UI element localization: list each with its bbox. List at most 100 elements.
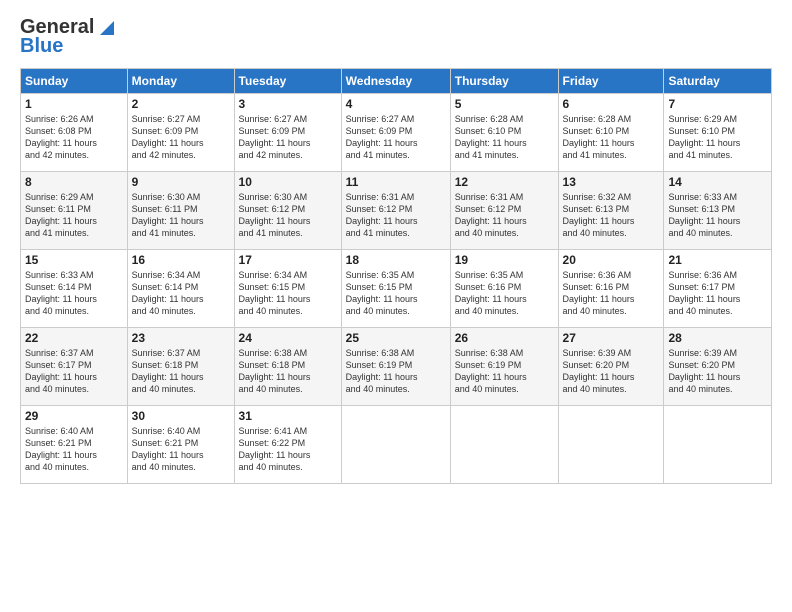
day-number: 27 — [563, 331, 660, 345]
calendar-cell: 16 Sunrise: 6:34 AMSunset: 6:14 PMDaylig… — [127, 250, 234, 328]
calendar-cell: 9 Sunrise: 6:30 AMSunset: 6:11 PMDayligh… — [127, 172, 234, 250]
day-number: 29 — [25, 409, 123, 423]
day-info: Sunrise: 6:32 AMSunset: 6:13 PMDaylight:… — [563, 191, 660, 240]
calendar-cell: 8 Sunrise: 6:29 AMSunset: 6:11 PMDayligh… — [21, 172, 128, 250]
day-info: Sunrise: 6:39 AMSunset: 6:20 PMDaylight:… — [563, 347, 660, 396]
calendar-cell: 18 Sunrise: 6:35 AMSunset: 6:15 PMDaylig… — [341, 250, 450, 328]
day-number: 3 — [239, 97, 337, 111]
day-info: Sunrise: 6:36 AMSunset: 6:17 PMDaylight:… — [668, 269, 767, 318]
calendar-header-tuesday: Tuesday — [234, 69, 341, 94]
calendar-cell: 5 Sunrise: 6:28 AMSunset: 6:10 PMDayligh… — [450, 94, 558, 172]
day-info: Sunrise: 6:33 AMSunset: 6:14 PMDaylight:… — [25, 269, 123, 318]
day-info: Sunrise: 6:27 AMSunset: 6:09 PMDaylight:… — [132, 113, 230, 162]
calendar-cell: 20 Sunrise: 6:36 AMSunset: 6:16 PMDaylig… — [558, 250, 664, 328]
calendar-cell: 21 Sunrise: 6:36 AMSunset: 6:17 PMDaylig… — [664, 250, 772, 328]
day-info: Sunrise: 6:39 AMSunset: 6:20 PMDaylight:… — [668, 347, 767, 396]
day-number: 11 — [346, 175, 446, 189]
day-number: 17 — [239, 253, 337, 267]
calendar-week-4: 22 Sunrise: 6:37 AMSunset: 6:17 PMDaylig… — [21, 328, 772, 406]
calendar-cell: 22 Sunrise: 6:37 AMSunset: 6:17 PMDaylig… — [21, 328, 128, 406]
logo-blue: Blue — [20, 35, 63, 58]
day-info: Sunrise: 6:33 AMSunset: 6:13 PMDaylight:… — [668, 191, 767, 240]
calendar-header-saturday: Saturday — [664, 69, 772, 94]
day-info: Sunrise: 6:40 AMSunset: 6:21 PMDaylight:… — [132, 425, 230, 474]
day-info: Sunrise: 6:31 AMSunset: 6:12 PMDaylight:… — [455, 191, 554, 240]
calendar-cell: 31 Sunrise: 6:41 AMSunset: 6:22 PMDaylig… — [234, 406, 341, 484]
calendar-week-3: 15 Sunrise: 6:33 AMSunset: 6:14 PMDaylig… — [21, 250, 772, 328]
calendar-header-sunday: Sunday — [21, 69, 128, 94]
day-info: Sunrise: 6:29 AMSunset: 6:10 PMDaylight:… — [668, 113, 767, 162]
calendar-header-monday: Monday — [127, 69, 234, 94]
day-info: Sunrise: 6:37 AMSunset: 6:18 PMDaylight:… — [132, 347, 230, 396]
header: General Blue — [20, 16, 772, 58]
calendar-cell: 4 Sunrise: 6:27 AMSunset: 6:09 PMDayligh… — [341, 94, 450, 172]
day-info: Sunrise: 6:29 AMSunset: 6:11 PMDaylight:… — [25, 191, 123, 240]
day-number: 13 — [563, 175, 660, 189]
day-info: Sunrise: 6:35 AMSunset: 6:16 PMDaylight:… — [455, 269, 554, 318]
day-number: 4 — [346, 97, 446, 111]
day-info: Sunrise: 6:30 AMSunset: 6:12 PMDaylight:… — [239, 191, 337, 240]
day-info: Sunrise: 6:34 AMSunset: 6:15 PMDaylight:… — [239, 269, 337, 318]
day-number: 7 — [668, 97, 767, 111]
day-info: Sunrise: 6:35 AMSunset: 6:15 PMDaylight:… — [346, 269, 446, 318]
day-number: 6 — [563, 97, 660, 111]
calendar-table: SundayMondayTuesdayWednesdayThursdayFrid… — [20, 68, 772, 484]
calendar-cell — [558, 406, 664, 484]
calendar-week-1: 1 Sunrise: 6:26 AMSunset: 6:08 PMDayligh… — [21, 94, 772, 172]
day-number: 31 — [239, 409, 337, 423]
day-info: Sunrise: 6:31 AMSunset: 6:12 PMDaylight:… — [346, 191, 446, 240]
day-number: 22 — [25, 331, 123, 345]
calendar-cell: 24 Sunrise: 6:38 AMSunset: 6:18 PMDaylig… — [234, 328, 341, 406]
calendar-week-2: 8 Sunrise: 6:29 AMSunset: 6:11 PMDayligh… — [21, 172, 772, 250]
day-info: Sunrise: 6:27 AMSunset: 6:09 PMDaylight:… — [239, 113, 337, 162]
day-info: Sunrise: 6:38 AMSunset: 6:19 PMDaylight:… — [346, 347, 446, 396]
day-number: 30 — [132, 409, 230, 423]
calendar-cell: 23 Sunrise: 6:37 AMSunset: 6:18 PMDaylig… — [127, 328, 234, 406]
day-number: 19 — [455, 253, 554, 267]
page: General Blue SundayMondayTuesdayWednesda… — [0, 0, 792, 612]
day-info: Sunrise: 6:27 AMSunset: 6:09 PMDaylight:… — [346, 113, 446, 162]
day-info: Sunrise: 6:41 AMSunset: 6:22 PMDaylight:… — [239, 425, 337, 474]
day-number: 1 — [25, 97, 123, 111]
day-number: 23 — [132, 331, 230, 345]
calendar-week-5: 29 Sunrise: 6:40 AMSunset: 6:21 PMDaylig… — [21, 406, 772, 484]
logo: General Blue — [20, 16, 114, 58]
calendar-cell: 15 Sunrise: 6:33 AMSunset: 6:14 PMDaylig… — [21, 250, 128, 328]
calendar-cell: 28 Sunrise: 6:39 AMSunset: 6:20 PMDaylig… — [664, 328, 772, 406]
calendar-cell: 3 Sunrise: 6:27 AMSunset: 6:09 PMDayligh… — [234, 94, 341, 172]
calendar-cell — [450, 406, 558, 484]
day-number: 10 — [239, 175, 337, 189]
calendar-header-wednesday: Wednesday — [341, 69, 450, 94]
calendar-cell: 6 Sunrise: 6:28 AMSunset: 6:10 PMDayligh… — [558, 94, 664, 172]
day-info: Sunrise: 6:37 AMSunset: 6:17 PMDaylight:… — [25, 347, 123, 396]
day-number: 18 — [346, 253, 446, 267]
calendar-cell: 7 Sunrise: 6:29 AMSunset: 6:10 PMDayligh… — [664, 94, 772, 172]
day-number: 20 — [563, 253, 660, 267]
day-info: Sunrise: 6:28 AMSunset: 6:10 PMDaylight:… — [563, 113, 660, 162]
day-info: Sunrise: 6:26 AMSunset: 6:08 PMDaylight:… — [25, 113, 123, 162]
calendar-cell: 30 Sunrise: 6:40 AMSunset: 6:21 PMDaylig… — [127, 406, 234, 484]
day-number: 15 — [25, 253, 123, 267]
day-number: 28 — [668, 331, 767, 345]
calendar-cell: 10 Sunrise: 6:30 AMSunset: 6:12 PMDaylig… — [234, 172, 341, 250]
calendar-cell — [664, 406, 772, 484]
day-number: 16 — [132, 253, 230, 267]
calendar-cell: 1 Sunrise: 6:26 AMSunset: 6:08 PMDayligh… — [21, 94, 128, 172]
day-info: Sunrise: 6:38 AMSunset: 6:18 PMDaylight:… — [239, 347, 337, 396]
calendar-cell: 2 Sunrise: 6:27 AMSunset: 6:09 PMDayligh… — [127, 94, 234, 172]
calendar-cell: 26 Sunrise: 6:38 AMSunset: 6:19 PMDaylig… — [450, 328, 558, 406]
calendar-cell — [341, 406, 450, 484]
day-number: 25 — [346, 331, 446, 345]
calendar-cell: 17 Sunrise: 6:34 AMSunset: 6:15 PMDaylig… — [234, 250, 341, 328]
day-number: 5 — [455, 97, 554, 111]
day-number: 21 — [668, 253, 767, 267]
calendar-cell: 12 Sunrise: 6:31 AMSunset: 6:12 PMDaylig… — [450, 172, 558, 250]
calendar-header-friday: Friday — [558, 69, 664, 94]
day-number: 8 — [25, 175, 123, 189]
calendar-cell: 11 Sunrise: 6:31 AMSunset: 6:12 PMDaylig… — [341, 172, 450, 250]
day-number: 14 — [668, 175, 767, 189]
day-info: Sunrise: 6:38 AMSunset: 6:19 PMDaylight:… — [455, 347, 554, 396]
calendar-cell: 25 Sunrise: 6:38 AMSunset: 6:19 PMDaylig… — [341, 328, 450, 406]
calendar-cell: 27 Sunrise: 6:39 AMSunset: 6:20 PMDaylig… — [558, 328, 664, 406]
day-info: Sunrise: 6:40 AMSunset: 6:21 PMDaylight:… — [25, 425, 123, 474]
